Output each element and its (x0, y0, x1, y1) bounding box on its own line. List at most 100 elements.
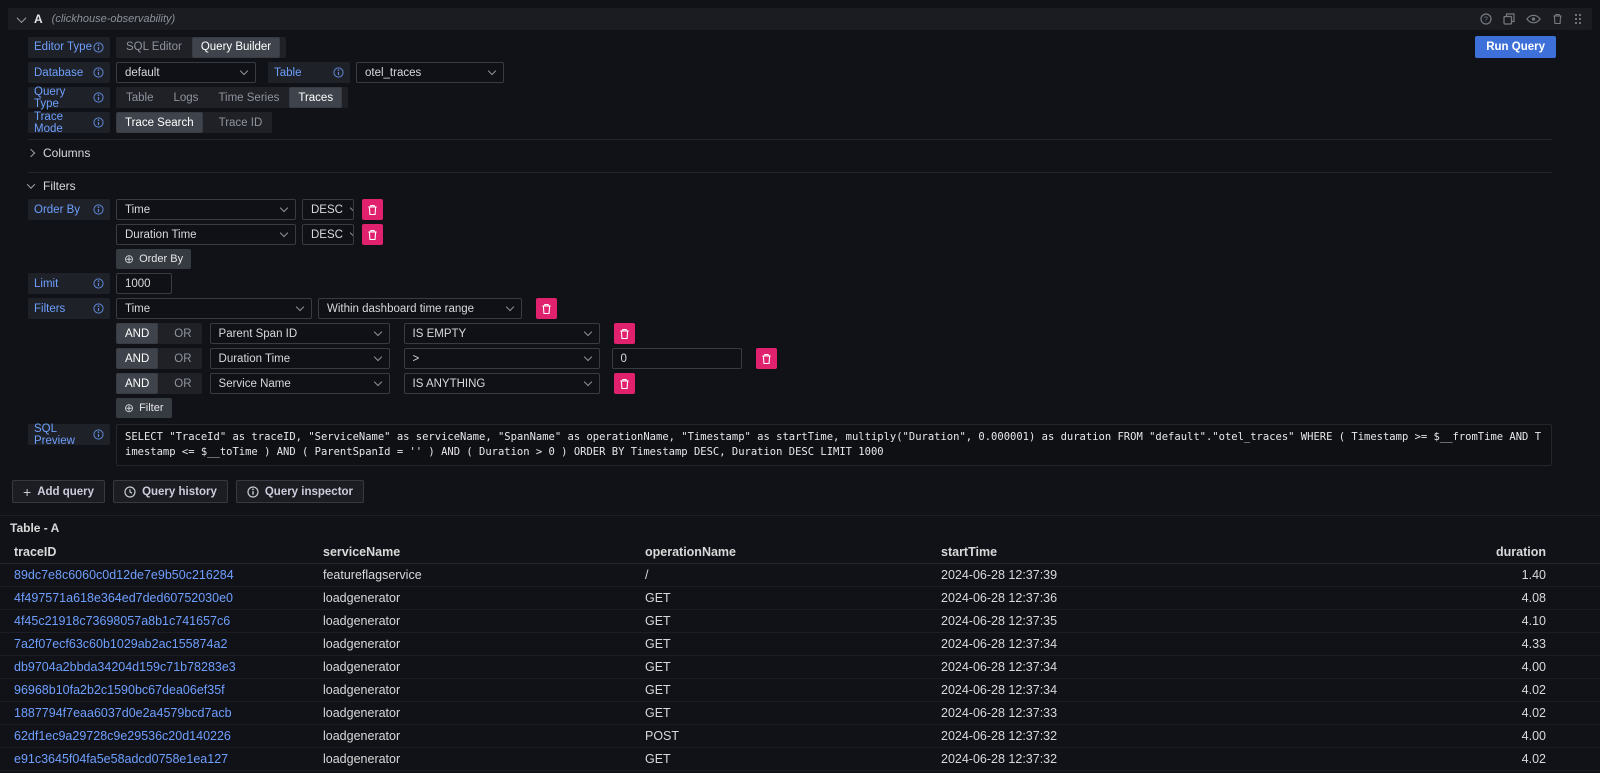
chevron-down-icon (280, 204, 288, 212)
filter-operator-select[interactable]: IS ANYTHING (404, 373, 600, 394)
trace-id-link[interactable]: 4f45c21918c73698057a8b1c741657c6 (14, 614, 323, 628)
info-icon[interactable] (93, 117, 104, 128)
table-cell: 4.33 (1246, 637, 1546, 651)
filters-label: Filters (28, 298, 110, 319)
option-query-builder[interactable]: Query Builder (192, 37, 280, 58)
option-and[interactable]: AND (116, 373, 158, 394)
trace-id-link[interactable]: 7a2f07ecf63c60b1029ab2ac155874a2 (14, 637, 323, 651)
chevron-down-icon (280, 229, 288, 237)
chevron-down-icon (240, 67, 248, 75)
info-icon[interactable] (93, 278, 104, 289)
remove-order-by-button[interactable] (362, 224, 383, 245)
column-header-duration[interactable]: duration (1246, 545, 1546, 559)
query-inspector-button[interactable]: Query inspector (236, 480, 364, 503)
column-header-startTime[interactable]: startTime (941, 545, 1246, 559)
option-and[interactable]: AND (116, 323, 158, 344)
trace-id-link[interactable]: 96968b10fa2b2c1590bc67dea06ef35f (14, 683, 323, 697)
order-by-label: Order By (28, 199, 110, 220)
table-cell: / (645, 568, 941, 582)
option-or[interactable]: OR (164, 348, 201, 369)
info-icon[interactable] (93, 92, 104, 103)
remove-filter-button[interactable] (614, 323, 635, 344)
option-trace-id[interactable]: Trace ID (209, 112, 273, 133)
filter-field-select[interactable]: Time (116, 298, 312, 319)
column-header-serviceName[interactable]: serviceName (323, 545, 645, 559)
info-icon[interactable] (93, 204, 104, 215)
drag-handle-icon[interactable] (1574, 13, 1582, 25)
table-row: 89dc7e8c6060c0d12de7e9b50c216284featuref… (0, 564, 1600, 587)
info-icon[interactable] (93, 67, 104, 78)
option-logs[interactable]: Logs (164, 87, 209, 108)
add-query-button[interactable]: + Add query (12, 480, 105, 503)
table-cell: loadgenerator (323, 637, 645, 651)
trace-id-link[interactable]: db9704a2bbda34204d159c71b78283e3 (14, 660, 323, 674)
run-query-button[interactable]: Run Query (1475, 36, 1556, 58)
trace-id-link[interactable]: 89dc7e8c6060c0d12de7e9b50c216284 (14, 568, 323, 582)
order-by-field-select[interactable]: Duration Time (116, 224, 296, 245)
table-cell: 2024-06-28 12:37:34 (941, 660, 1246, 674)
info-icon[interactable] (93, 429, 104, 440)
remove-filter-button[interactable] (536, 298, 557, 319)
trace-mode-toggle: Trace Search Trace ID (116, 112, 272, 133)
svg-text:?: ? (1484, 16, 1488, 23)
filter-field-select[interactable]: Parent Span ID (210, 323, 390, 344)
filter-field-select[interactable]: Duration Time (210, 348, 390, 369)
option-sql-editor[interactable]: SQL Editor (116, 37, 192, 58)
chevron-down-icon (373, 378, 381, 386)
duplicate-query-icon[interactable] (1503, 13, 1515, 25)
option-or[interactable]: OR (164, 323, 201, 344)
column-header-traceID[interactable]: traceID (14, 545, 323, 559)
add-order-by-button[interactable]: ⊕ Order By (116, 249, 191, 269)
trace-id-link[interactable]: 4f497571a618e364ed7ded60752030e0 (14, 591, 323, 605)
option-traces[interactable]: Traces (289, 87, 342, 108)
query-ref-id[interactable]: A (34, 12, 43, 26)
limit-label: Limit (28, 273, 110, 294)
add-filter-button[interactable]: ⊕ Filter (116, 398, 172, 418)
limit-input[interactable] (116, 273, 172, 294)
trace-id-link[interactable]: 62df1ec9a29728c9e29536c20d140226 (14, 729, 323, 743)
help-circle-icon[interactable]: ? (1480, 13, 1492, 25)
database-select[interactable]: default (116, 62, 256, 83)
trash-icon[interactable] (1552, 13, 1563, 25)
trash-icon (761, 353, 772, 365)
remove-filter-button[interactable] (756, 348, 777, 369)
order-by-direction-select[interactable]: DESC (302, 199, 354, 220)
option-table[interactable]: Table (116, 87, 164, 108)
trace-id-link[interactable]: e91c3645f04fa5e58adcd0758e1ea127 (14, 752, 323, 766)
table-cell: GET (645, 683, 941, 697)
chevron-right-icon (27, 149, 35, 157)
table-row: 7a2f07ecf63c60b1029ab2ac155874a2loadgene… (0, 633, 1600, 656)
query-builder-editor: Editor Type SQL EditorQuery Builder Run … (0, 36, 1600, 466)
trash-icon (541, 303, 552, 315)
table-cell: 2024-06-28 12:37:34 (941, 637, 1246, 651)
filter-operator-select[interactable]: > (404, 348, 600, 369)
info-icon[interactable] (93, 303, 104, 314)
option-and[interactable]: AND (116, 348, 158, 369)
filter-field-select[interactable]: Service Name (210, 373, 390, 394)
order-by-field-select[interactable]: Time (116, 199, 296, 220)
info-icon[interactable] (333, 67, 344, 78)
eye-icon[interactable] (1526, 14, 1541, 24)
option-trace-search[interactable]: Trace Search (116, 112, 203, 133)
remove-filter-button[interactable] (614, 373, 635, 394)
filter-operator-select[interactable]: IS EMPTY (404, 323, 600, 344)
table-cell: 2024-06-28 12:37:33 (941, 706, 1246, 720)
option-or[interactable]: OR (164, 373, 201, 394)
table-cell: 4.02 (1246, 706, 1546, 720)
filters-section-header[interactable]: Filters (28, 172, 1552, 199)
chevron-down-icon (27, 180, 35, 188)
collapse-chevron-icon[interactable] (17, 13, 27, 23)
remove-order-by-button[interactable] (362, 199, 383, 220)
columns-section-header[interactable]: Columns (28, 139, 1552, 166)
panel-title[interactable]: Table - A (0, 516, 1600, 540)
trace-id-link[interactable]: 1887794f7eaa6037d0e2a4579bcd7acb (14, 706, 323, 720)
trash-icon (367, 229, 378, 241)
option-time-series[interactable]: Time Series (208, 87, 289, 108)
info-icon[interactable] (93, 42, 104, 53)
filter-operator-select[interactable]: Within dashboard time range (318, 298, 522, 319)
query-history-button[interactable]: Query history (113, 480, 228, 503)
order-by-direction-select[interactable]: DESC (302, 224, 354, 245)
filter-value-input[interactable] (612, 348, 742, 369)
column-header-operationName[interactable]: operationName (645, 545, 941, 559)
table-select[interactable]: otel_traces (356, 62, 504, 83)
